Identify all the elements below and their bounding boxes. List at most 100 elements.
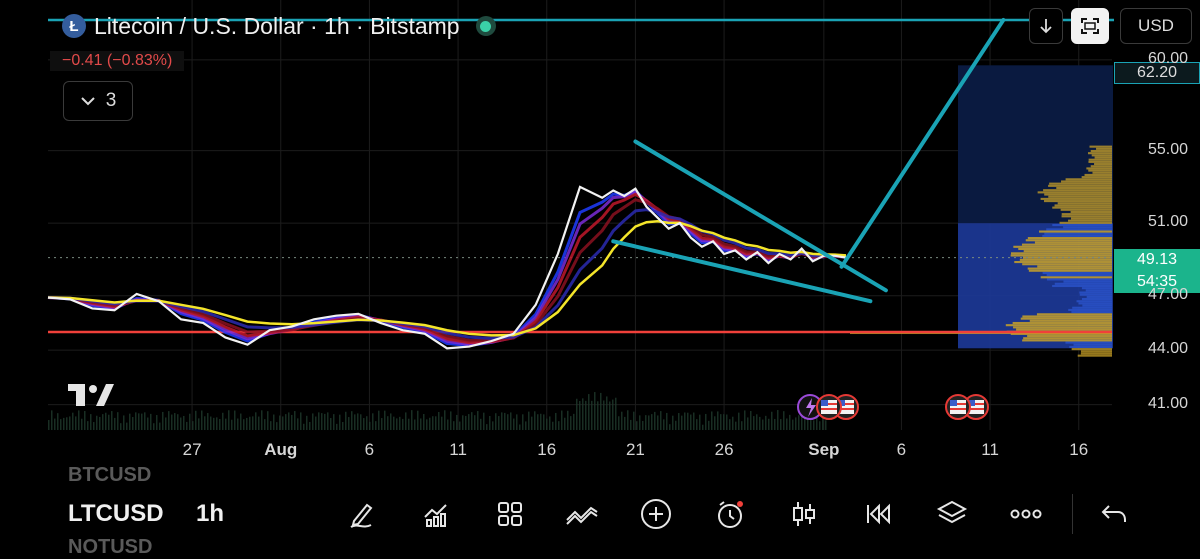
volume-profile-bar (1040, 276, 1112, 279)
price-tick-label: 41.00 (1147, 394, 1188, 412)
interval-selector[interactable]: 1h (196, 500, 224, 528)
volume-bar (162, 411, 164, 430)
layout-button[interactable] (490, 494, 530, 534)
volume-bar (309, 421, 311, 430)
volume-bar (456, 414, 458, 430)
volume-profile-bar (1044, 200, 1112, 203)
object-tree-button[interactable] (932, 494, 972, 534)
volume-bar (354, 414, 356, 430)
volume-bar (513, 418, 515, 430)
volume-profile-bar (1039, 230, 1112, 233)
volume-bar (432, 416, 434, 430)
volume-bar (531, 416, 533, 430)
candles-icon (793, 502, 815, 526)
volume-bar (72, 412, 74, 430)
bottom-toolbar: BTCUSD LTCUSD 1h NOTUSD (0, 464, 1200, 558)
add-button[interactable] (636, 494, 676, 534)
symbol-selector[interactable]: LTCUSD (68, 500, 164, 528)
volume-bar (222, 412, 224, 430)
volume-bar (462, 415, 464, 430)
volume-bar (231, 419, 233, 430)
volume-bar (585, 400, 587, 430)
volume-bar (681, 415, 683, 430)
volume-bar (102, 414, 104, 430)
volume-bar (717, 411, 719, 430)
indicators-button[interactable] (416, 494, 456, 534)
volume-bar (189, 413, 191, 430)
volume-bar (120, 423, 122, 430)
volume-profile-bar (1048, 184, 1112, 187)
volume-bars (48, 392, 827, 430)
volume-bar (54, 418, 56, 430)
volume-bar (687, 412, 689, 430)
drawing-tool-button[interactable] (342, 494, 382, 534)
volume-bar (270, 421, 272, 430)
volume-bar (825, 420, 827, 430)
volume-bar (66, 417, 68, 430)
more-button[interactable] (1006, 494, 1046, 534)
ghost-symbol-below[interactable]: NOTUSD (68, 536, 152, 559)
volume-bar (765, 415, 767, 430)
volume-profile-bar (1027, 335, 1112, 338)
volume-profile-bar (1072, 306, 1112, 309)
volume-bar (279, 415, 281, 430)
volume-bar (723, 414, 725, 430)
volume-bar (381, 418, 383, 430)
volume-profile-bar (1073, 343, 1112, 346)
volume-profile-bar (1023, 250, 1112, 253)
volume-bar (366, 416, 368, 430)
volume-bar (318, 412, 320, 430)
volume-profile-bar (1018, 247, 1112, 251)
volume-bar (282, 416, 284, 430)
volume-bar (114, 417, 116, 430)
volume-bar (507, 414, 509, 430)
fullscreen-icon (1081, 18, 1099, 34)
volume-bar (540, 413, 542, 430)
volume-profile-bar (1082, 304, 1112, 307)
volume-profile (850, 65, 1113, 357)
volume-bar (393, 416, 395, 430)
chart-type-button[interactable] (784, 494, 824, 534)
replay-button[interactable] (858, 494, 898, 534)
volume-bar (390, 413, 392, 430)
volume-bar (780, 419, 782, 430)
currency-selector[interactable]: USD (1120, 8, 1192, 44)
volume-bar (252, 416, 254, 430)
volume-bar (168, 411, 170, 430)
undo-button[interactable] (1094, 494, 1134, 534)
compare-button[interactable] (562, 494, 602, 534)
volume-profile-bar (1042, 234, 1112, 237)
volume-bar (555, 412, 557, 430)
volume-bar (501, 412, 503, 430)
volume-profile-bar (1052, 206, 1112, 209)
fullscreen-button[interactable] (1071, 8, 1109, 44)
volume-bar (363, 418, 365, 430)
volume-bar (192, 421, 194, 430)
volume-profile-bar (1063, 226, 1112, 229)
volume-bar (204, 416, 206, 430)
volume-bar (213, 417, 215, 430)
volume-profile-bar (1016, 328, 1112, 331)
volume-bar (93, 422, 95, 430)
volume-bar (627, 410, 629, 430)
symbol-header[interactable]: Ł Litecoin / U.S. Dollar · 1h · Bitstamp (62, 10, 496, 42)
layers-icon (936, 500, 968, 524)
volume-bar (684, 412, 686, 430)
indicators-collapse-button[interactable]: 3 (63, 81, 133, 121)
volume-bar (588, 394, 590, 430)
volume-bar (210, 416, 212, 430)
ma-ribbon-line (47, 198, 847, 343)
volume-bar (258, 416, 260, 430)
volume-profile-bar (1052, 223, 1112, 227)
volume-profile-bar (1070, 217, 1112, 220)
ghost-symbol-above[interactable]: BTCUSD (68, 464, 151, 487)
alert-button[interactable] (710, 494, 750, 534)
download-button[interactable] (1029, 8, 1063, 44)
volume-bar (249, 416, 251, 430)
volume-bar (141, 413, 143, 430)
volume-bar (411, 410, 413, 430)
volume-bar (738, 412, 740, 430)
volume-bar (186, 421, 188, 430)
volume-bar (537, 414, 539, 430)
volume-bar (294, 411, 296, 430)
